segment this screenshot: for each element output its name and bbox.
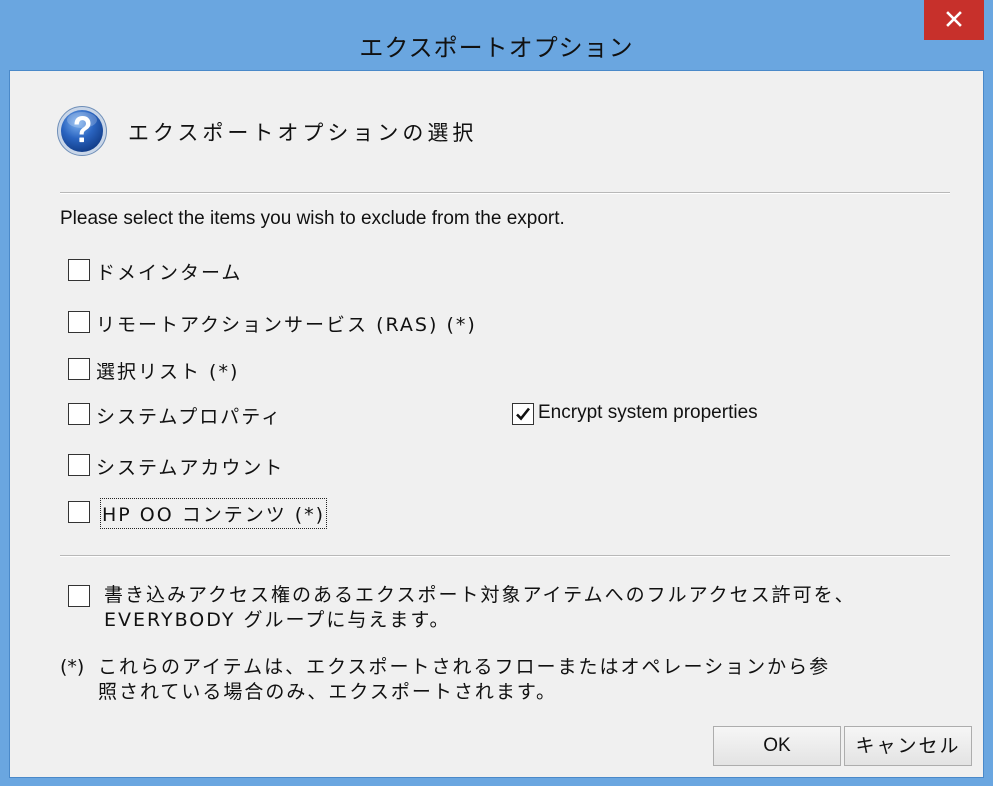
help-question-icon: [57, 106, 107, 156]
encrypt-system-properties-checkbox[interactable]: [512, 403, 534, 425]
remote-action-service-checkbox[interactable]: [68, 311, 90, 333]
window-border: [0, 735, 9, 786]
footnote-line2: 照されている場合のみ、エクスポートされます。: [98, 681, 557, 703]
instruction-text: Please select the items you wish to excl…: [60, 208, 565, 229]
domain-terms-label[interactable]: ドメインターム: [96, 258, 242, 285]
checkmark-icon: [516, 407, 531, 421]
footnote-mark: (*): [60, 656, 85, 678]
hp-oo-content-label[interactable]: HP OO コンテンツ (*): [99, 498, 328, 529]
options-divider: [60, 555, 950, 557]
close-icon: [946, 11, 962, 27]
system-properties-checkbox[interactable]: [68, 403, 90, 425]
header-text: エクスポートオプションの選択: [128, 121, 478, 145]
remote-action-service-label[interactable]: リモートアクションサービス (RAS) (*): [96, 310, 477, 337]
header-divider: [60, 192, 950, 194]
system-accounts-label[interactable]: システムアカウント: [96, 453, 284, 480]
everybody-full-access-label[interactable]: 書き込みアクセス権のあるエクスポート対象アイテムへのフルアクセス許可を、 EVE…: [104, 583, 984, 633]
export-options-dialog: エクスポートオプション エクスポートオプションの選択 Please select…: [0, 0, 993, 786]
everybody-label-line1: 書き込みアクセス権のあるエクスポート対象アイテムへのフルアクセス許可を、: [104, 584, 856, 606]
encrypt-system-properties-label[interactable]: Encrypt system properties: [538, 402, 758, 424]
selection-list-label[interactable]: 選択リスト (*): [96, 357, 239, 384]
cancel-button[interactable]: キャンセル: [844, 726, 972, 766]
system-properties-label[interactable]: システムプロパティ: [96, 402, 282, 429]
footnote-text: これらのアイテムは、エクスポートされるフローまたはオペレーションから参 照されて…: [98, 655, 988, 705]
domain-terms-checkbox[interactable]: [68, 259, 90, 281]
selection-list-checkbox[interactable]: [68, 358, 90, 380]
dialog-body: エクスポートオプションの選択 Please select the items y…: [9, 70, 984, 778]
close-button[interactable]: [924, 0, 984, 40]
system-accounts-checkbox[interactable]: [68, 454, 90, 476]
everybody-full-access-checkbox[interactable]: [68, 585, 90, 607]
window-title: エクスポートオプション: [359, 34, 634, 62]
ok-button[interactable]: OK: [713, 726, 841, 766]
hp-oo-content-checkbox[interactable]: [68, 501, 90, 523]
everybody-label-line2: EVERYBODY グループに与えます。: [104, 609, 451, 631]
footnote-line1: これらのアイテムは、エクスポートされるフローまたはオペレーションから参: [98, 656, 831, 678]
